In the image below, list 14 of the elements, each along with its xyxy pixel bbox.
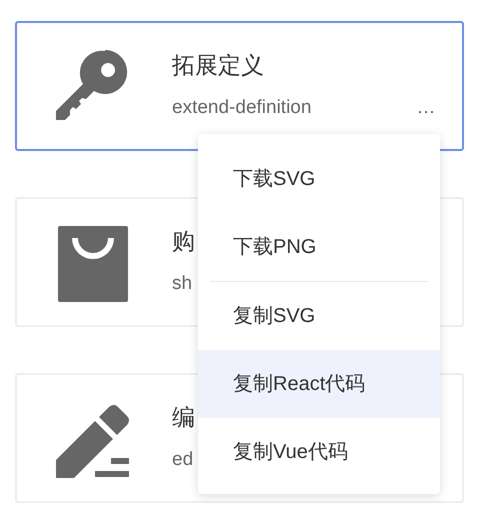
menu-item[interactable]: 复制Vue代码 bbox=[198, 418, 440, 486]
icon-title: 购 bbox=[172, 226, 195, 256]
icon-name: sh bbox=[172, 272, 194, 294]
menu-item[interactable]: 复制SVG bbox=[198, 282, 440, 350]
icon-title: 编 bbox=[172, 402, 195, 432]
icon-name: ed bbox=[172, 448, 194, 470]
shopping-bag-icon bbox=[58, 226, 128, 302]
icon-card[interactable]: 拓展定义 extend-definition ··· bbox=[15, 21, 464, 151]
edit-icon bbox=[56, 402, 130, 478]
more-button[interactable]: ··· bbox=[417, 101, 435, 122]
menu-item[interactable]: 复制React代码 bbox=[198, 350, 440, 418]
icon-title: 拓展定义 bbox=[172, 50, 265, 80]
menu-item[interactable]: 下载PNG bbox=[198, 213, 440, 281]
icon-name: extend-definition bbox=[172, 96, 312, 118]
